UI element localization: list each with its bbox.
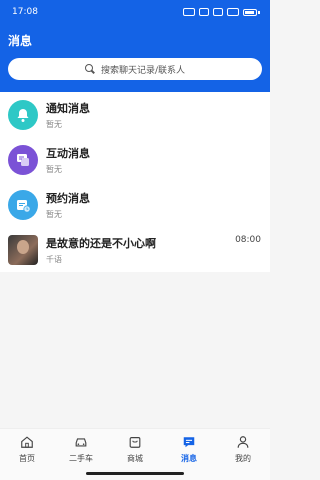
tab-label: 消息 bbox=[181, 454, 197, 463]
message-icon bbox=[183, 437, 195, 448]
list-item-subtitle: 暂无 bbox=[46, 209, 62, 219]
list-item-title: 通知消息 bbox=[46, 101, 90, 115]
avatar bbox=[8, 234, 38, 265]
list-item-appointment[interactable]: 预约消息 暂无 bbox=[0, 182, 270, 227]
user-icon bbox=[237, 436, 249, 448]
list-item-subtitle: 暂无 bbox=[46, 164, 62, 174]
wifi-icon bbox=[227, 8, 239, 16]
list-item-title: 是故意的还是不小心啊 bbox=[46, 236, 156, 250]
tab-label: 二手车 bbox=[69, 454, 93, 463]
bluetooth-icon bbox=[213, 8, 223, 16]
tab-mine[interactable]: 我的 bbox=[216, 429, 270, 480]
hd-signal-icon bbox=[183, 8, 195, 16]
car-icon bbox=[75, 438, 87, 447]
status-icons bbox=[183, 8, 260, 16]
shopping-bag-icon bbox=[129, 437, 141, 448]
search-icon bbox=[84, 64, 95, 74]
chat-icon bbox=[8, 144, 38, 175]
tab-label: 我的 bbox=[235, 454, 251, 463]
list-item-subtitle: 暂无 bbox=[46, 119, 62, 129]
page-title: 消息 bbox=[8, 34, 33, 48]
status-bar: 17:08 bbox=[0, 0, 270, 24]
battery-icon bbox=[243, 8, 260, 16]
search-input[interactable]: 搜索聊天记录/联系人 bbox=[8, 58, 262, 80]
status-time: 17:08 bbox=[12, 7, 38, 17]
bell-icon bbox=[8, 99, 38, 130]
list-item-title: 预约消息 bbox=[46, 191, 90, 205]
message-list: 通知消息 暂无 互动消息 暂无 预约消息 暂无 是故意的还是不小心啊 千语 08… bbox=[0, 92, 270, 272]
list-item-interaction[interactable]: 互动消息 暂无 bbox=[0, 137, 270, 182]
list-item-subtitle: 千语 bbox=[46, 254, 62, 264]
list-item-time: 08:00 bbox=[235, 235, 261, 245]
home-indicator bbox=[86, 472, 184, 475]
list-item-title: 互动消息 bbox=[46, 146, 90, 160]
search-placeholder: 搜索聊天记录/联系人 bbox=[100, 65, 186, 76]
nfc-icon bbox=[199, 8, 209, 16]
home-icon bbox=[21, 436, 33, 448]
tab-label: 商城 bbox=[127, 454, 143, 463]
list-item-notice[interactable]: 通知消息 暂无 bbox=[0, 92, 270, 137]
calendar-clock-icon bbox=[8, 189, 38, 220]
tab-home[interactable]: 首页 bbox=[0, 429, 54, 480]
tab-label: 首页 bbox=[19, 454, 35, 463]
list-item-chat[interactable]: 是故意的还是不小心啊 千语 08:00 bbox=[0, 227, 270, 272]
